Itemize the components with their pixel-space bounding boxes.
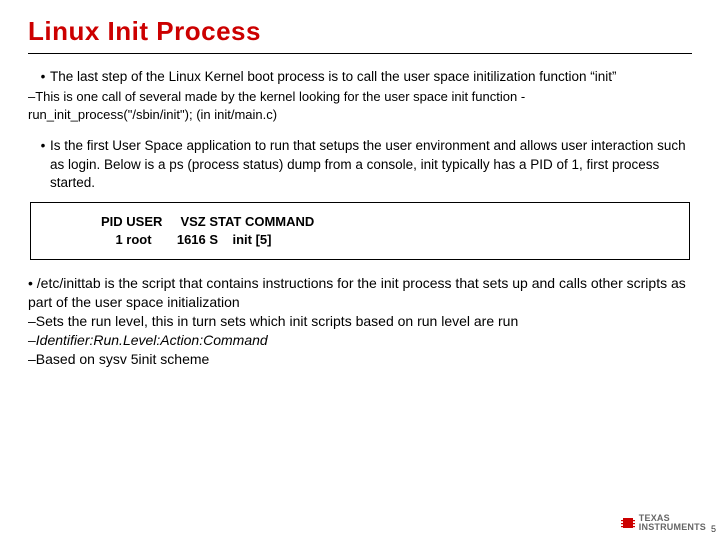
- bullet-2: • Is the first User Space application to…: [28, 137, 692, 192]
- bullet-dot-icon: •: [36, 137, 50, 155]
- ti-logo: TEXAS INSTRUMENTS: [621, 514, 706, 532]
- page-number: 5: [711, 524, 716, 534]
- bullet-2-text: Is the first User Space application to r…: [50, 137, 692, 192]
- code-block: PID USER VSZ STAT COMMAND 1 root 1616 S …: [30, 202, 690, 260]
- ti-text-line2: INSTRUMENTS: [639, 523, 706, 532]
- bullet-3: • /etc/inittab is the script that contai…: [28, 274, 692, 312]
- bullet-1: • The last step of the Linux Kernel boot…: [28, 68, 692, 86]
- bullet-dot-icon: •: [36, 68, 50, 86]
- footer: TEXAS INSTRUMENTS: [621, 514, 706, 532]
- sub-line-3b: –Identifier:Run.Level:Action:Command: [28, 331, 692, 350]
- sub-line-1: –This is one call of several made by the…: [28, 88, 692, 123]
- slide-title: Linux Init Process: [28, 16, 692, 47]
- bullet-3-text: • /etc/inittab is the script that contai…: [28, 275, 686, 310]
- bullet-1-text: The last step of the Linux Kernel boot p…: [50, 68, 692, 86]
- title-underline: [28, 53, 692, 54]
- sub-line-3a: –Sets the run level, this in turn sets w…: [28, 312, 692, 331]
- ti-text: TEXAS INSTRUMENTS: [639, 514, 706, 532]
- ti-chip-icon: [621, 516, 635, 530]
- sub-line-3c: –Based on sysv 5init scheme: [28, 350, 692, 369]
